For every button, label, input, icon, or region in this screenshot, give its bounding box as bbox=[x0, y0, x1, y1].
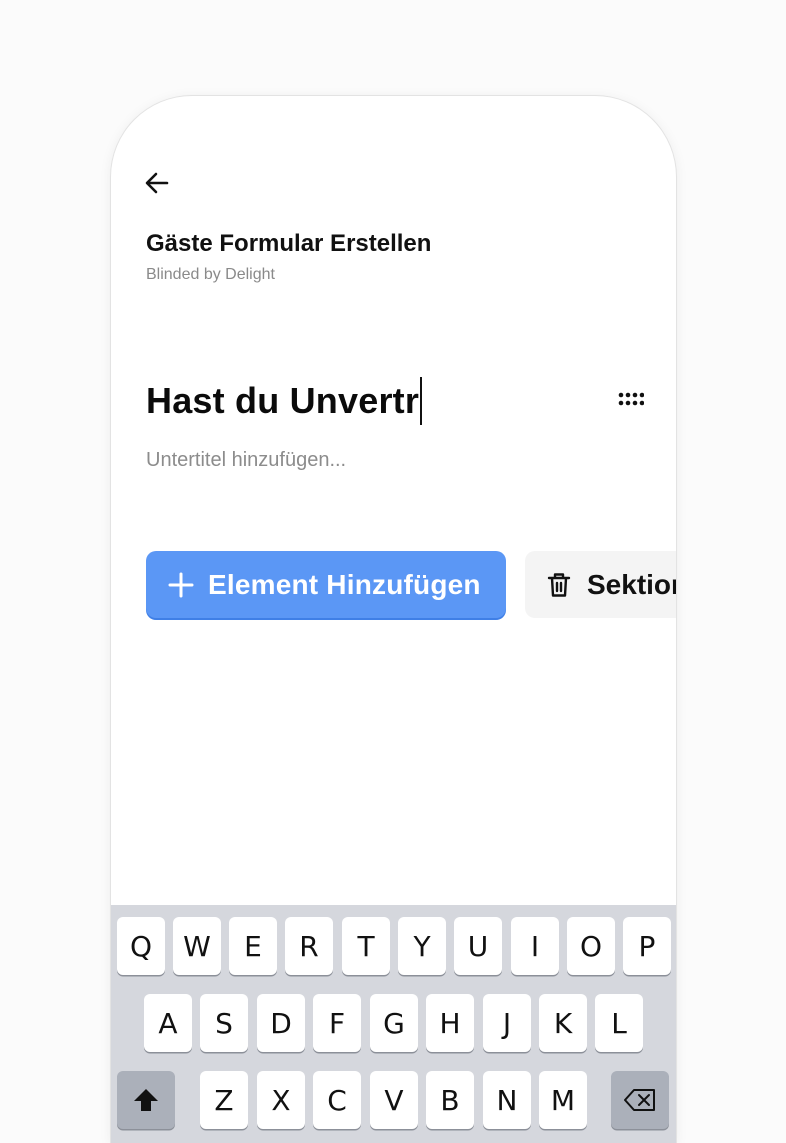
key-d[interactable]: D bbox=[257, 994, 305, 1052]
back-button[interactable] bbox=[143, 169, 171, 197]
key-c[interactable]: C bbox=[313, 1071, 361, 1129]
section-subtitle-input[interactable]: Untertitel hinzufügen... bbox=[146, 449, 346, 472]
delete-section-button[interactable]: Sektion bbox=[525, 551, 676, 618]
key-l[interactable]: L bbox=[595, 994, 643, 1052]
key-j[interactable]: J bbox=[483, 994, 531, 1052]
key-y[interactable]: Y bbox=[398, 917, 446, 975]
key-q[interactable]: Q bbox=[117, 917, 165, 975]
section-title-field[interactable]: Hast du Unvertr bbox=[146, 376, 423, 426]
key-m[interactable]: M bbox=[539, 1071, 587, 1129]
drag-handle-icon bbox=[618, 392, 645, 406]
key-k[interactable]: K bbox=[539, 994, 587, 1052]
backspace-key[interactable] bbox=[611, 1071, 669, 1129]
phone-frame: Gäste Formular Erstellen Blinded by Deli… bbox=[110, 95, 677, 1143]
key-n[interactable]: N bbox=[483, 1071, 531, 1129]
key-i[interactable]: I bbox=[511, 917, 559, 975]
section-title-text: Hast du Unvertr bbox=[146, 380, 420, 421]
page-subtitle: Blinded by Delight bbox=[146, 266, 275, 283]
key-x[interactable]: X bbox=[257, 1071, 305, 1129]
shift-icon bbox=[134, 1089, 158, 1111]
drag-handle-button[interactable] bbox=[616, 386, 645, 414]
key-w[interactable]: W bbox=[173, 917, 221, 975]
arrow-left-icon bbox=[145, 172, 169, 194]
key-v[interactable]: V bbox=[370, 1071, 418, 1129]
key-p[interactable]: P bbox=[623, 917, 671, 975]
key-u[interactable]: U bbox=[454, 917, 502, 975]
text-caret bbox=[420, 377, 423, 425]
onscreen-keyboard: Q W E R T Y U I O P A S D F G H J K L Z … bbox=[111, 905, 676, 1143]
add-element-label: Element Hinzufügen bbox=[208, 568, 481, 600]
key-b[interactable]: B bbox=[426, 1071, 474, 1129]
key-a[interactable]: A bbox=[144, 994, 192, 1052]
delete-section-label: Sektion bbox=[587, 568, 676, 600]
add-element-button[interactable]: Element Hinzufügen bbox=[146, 551, 506, 618]
key-h[interactable]: H bbox=[426, 994, 474, 1052]
key-o[interactable]: O bbox=[567, 917, 615, 975]
trash-icon bbox=[547, 572, 571, 597]
backspace-icon bbox=[624, 1089, 655, 1111]
plus-icon bbox=[168, 572, 194, 597]
key-r[interactable]: R bbox=[285, 917, 333, 975]
shift-key[interactable] bbox=[117, 1071, 175, 1129]
key-s[interactable]: S bbox=[200, 994, 248, 1052]
key-z[interactable]: Z bbox=[200, 1071, 248, 1129]
key-e[interactable]: E bbox=[229, 917, 277, 975]
page-title: Gäste Formular Erstellen bbox=[146, 230, 432, 257]
key-t[interactable]: T bbox=[342, 917, 390, 975]
key-g[interactable]: G bbox=[370, 994, 418, 1052]
key-f[interactable]: F bbox=[313, 994, 361, 1052]
